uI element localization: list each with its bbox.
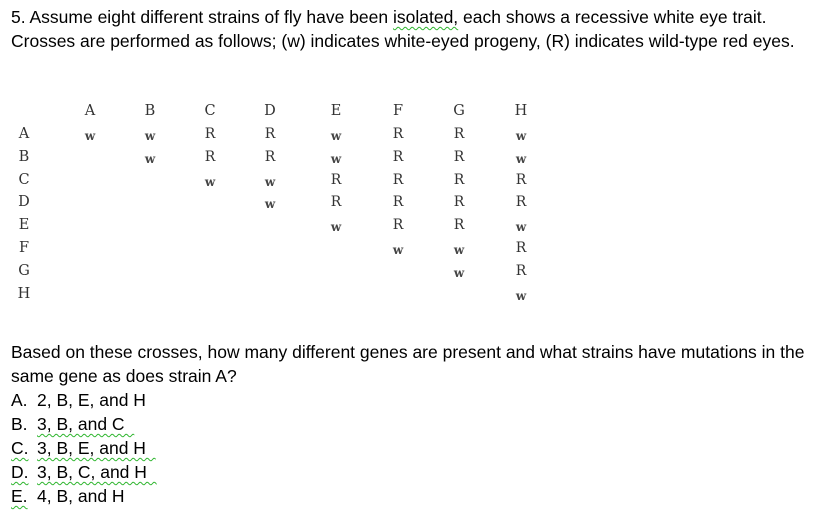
cross-result-red: R: [392, 148, 404, 165]
cross-result-white: w: [515, 129, 527, 143]
answer-option[interactable]: A. 2, B, E, and H: [11, 388, 157, 412]
option-text: 4, B, and H: [37, 486, 125, 506]
column-header: G: [453, 103, 465, 119]
option-letter: E.: [11, 486, 28, 506]
grammar-flag-underline: E.: [11, 486, 28, 506]
cross-result-red: R: [392, 217, 404, 234]
cross-result-white: w: [330, 151, 342, 166]
cross-result-red: R: [392, 126, 404, 142]
cross-results-table: ABCDEFGHAwwRRwRRwBwRRwRRwCwwRRRRDwRRRREw…: [0, 0, 838, 330]
row-header: D: [18, 194, 30, 211]
column-header: A: [84, 103, 96, 119]
answer-options: A. 2, B, E, and H B. 3, B, and C C. 3, B, E,…: [11, 388, 157, 508]
cross-result-red: R: [330, 194, 342, 211]
cross-result-white: w: [453, 243, 465, 257]
option-letter: D.: [11, 462, 29, 482]
cross-result-red: R: [392, 171, 404, 188]
cross-result-red: R: [515, 262, 527, 279]
cross-result-red: R: [264, 148, 276, 165]
cross-result-white: w: [144, 151, 156, 166]
option-text: 2, B, E, and H: [37, 390, 146, 410]
cross-result-white: w: [515, 220, 527, 235]
column-header: D: [264, 103, 276, 119]
column-header: E: [330, 103, 342, 119]
cross-result-red: R: [453, 217, 465, 234]
row-header: B: [18, 148, 30, 165]
cross-result-red: R: [453, 148, 465, 165]
answer-option[interactable]: D. 3, B, C, and H: [11, 460, 157, 484]
row-header: G: [18, 262, 30, 279]
column-header: F: [392, 103, 404, 119]
row-header: H: [17, 285, 31, 302]
cross-result-white: w: [264, 197, 276, 212]
cross-result-red: R: [204, 126, 216, 142]
option-letter: B.: [11, 414, 28, 434]
cross-result-white: w: [204, 174, 216, 189]
question-text: Based on these crosses, how many differe…: [11, 342, 805, 386]
cross-result-red: R: [204, 148, 216, 165]
cross-result-white: w: [330, 129, 342, 143]
column-header: H: [514, 103, 528, 119]
option-text: 3, B, E, and H: [37, 438, 156, 458]
answer-option[interactable]: C. 3, B, E, and H: [11, 436, 157, 460]
cross-result-white: w: [144, 129, 156, 143]
cross-result-white: w: [515, 151, 527, 166]
column-header: B: [144, 103, 156, 119]
cross-result-white: w: [392, 243, 404, 257]
answer-option[interactable]: B. 3, B, and C: [11, 412, 157, 436]
cross-result-white: w: [453, 265, 465, 280]
grammar-flag-underline: D.: [11, 462, 29, 482]
row-header: C: [18, 171, 30, 188]
row-header: E: [18, 217, 30, 234]
cross-result-red: R: [515, 194, 527, 211]
cross-result-red: R: [515, 171, 527, 188]
cross-result-red: R: [264, 126, 276, 142]
answer-option[interactable]: E. 4, B, and H: [11, 484, 157, 508]
cross-result-red: R: [453, 194, 465, 211]
cross-result-red: R: [453, 171, 465, 188]
option-text: 3, B, and C: [37, 414, 135, 434]
cross-result-white: w: [84, 129, 96, 143]
cross-result-red: R: [330, 171, 342, 188]
option-letter: C.: [11, 438, 29, 458]
cross-result-red: R: [515, 240, 527, 256]
cross-result-white: w: [515, 288, 527, 303]
option-letter: A.: [11, 390, 28, 410]
option-text: 3, B, C, and H: [37, 462, 157, 482]
cross-result-white: w: [330, 220, 342, 235]
row-header: F: [18, 240, 30, 256]
cross-result-red: R: [453, 126, 465, 142]
row-header: A: [18, 126, 30, 142]
cross-result-red: R: [392, 194, 404, 211]
cross-result-white: w: [264, 174, 276, 189]
grammar-flag-underline: C.: [11, 438, 29, 458]
column-header: C: [204, 103, 216, 119]
